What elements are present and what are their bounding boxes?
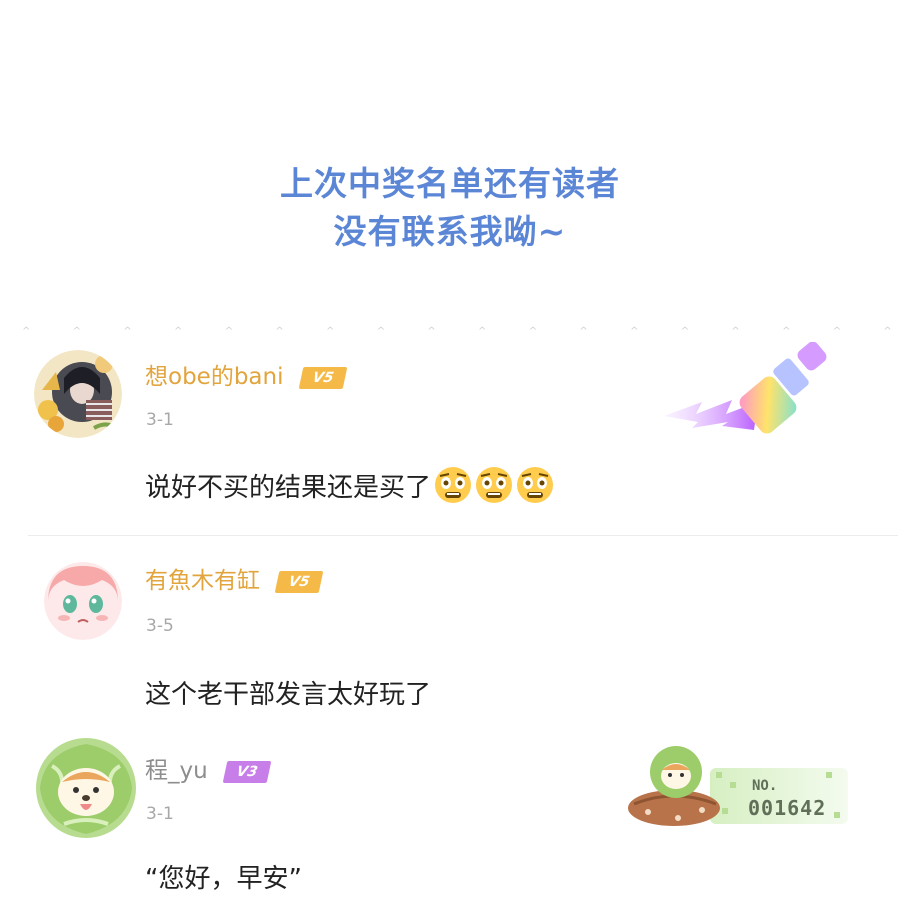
avatar[interactable] <box>34 350 122 438</box>
comment-text: 说好不买的结果还是买了 <box>145 466 554 504</box>
card-number-label: NO. <box>752 778 778 794</box>
comment-date: 3-1 <box>146 804 174 824</box>
avatar[interactable] <box>44 562 122 640</box>
comment-item: 有魚木有缸 V5 3-5 这个老干部发言太好玩了 <box>0 550 900 730</box>
paintbrush-badge-icon <box>662 341 842 446</box>
avatar[interactable] <box>34 736 138 840</box>
username[interactable]: 想obe的bani V5 <box>145 362 348 392</box>
username[interactable]: 有魚木有缸 V5 <box>145 566 324 596</box>
comment-divider <box>28 535 898 536</box>
astonished-face-emoji <box>475 466 513 504</box>
comment-item: 想obe的bani V5 3-1 说好不买的结果还是买了 <box>0 340 900 530</box>
headline-line-1: 上次中奖名单还有读者 <box>280 164 620 203</box>
section-separator: ^ ^ ^ ^ ^ ^ ^ ^ ^ ^ ^ ^ ^ ^ ^ ^ ^ ^ <box>22 326 892 337</box>
astonished-face-emoji <box>516 466 554 504</box>
announcement-headline: 上次中奖名单还有读者 没有联系我呦~ <box>0 160 900 256</box>
username[interactable]: 程_yu V3 <box>145 756 272 786</box>
comment-date: 3-1 <box>146 410 174 430</box>
headline-line-2: 没有联系我呦~ <box>333 212 567 251</box>
vip-level-badge: V3 <box>222 760 272 783</box>
vip-level-badge: V5 <box>274 570 324 593</box>
comment-item: 程_yu V3 3-1 “您好，早安” NO. 001642 <box>0 732 900 902</box>
comment-date: 3-5 <box>146 616 174 636</box>
comment-text: 这个老干部发言太好玩了 <box>145 680 432 710</box>
vip-level-badge: V5 <box>298 366 348 389</box>
card-number: 001642 <box>748 796 827 820</box>
astonished-face-emoji <box>434 466 472 504</box>
comment-text: “您好，早安” <box>145 864 302 894</box>
cabbage-dog-fan-card: NO. 001642 <box>626 742 850 830</box>
